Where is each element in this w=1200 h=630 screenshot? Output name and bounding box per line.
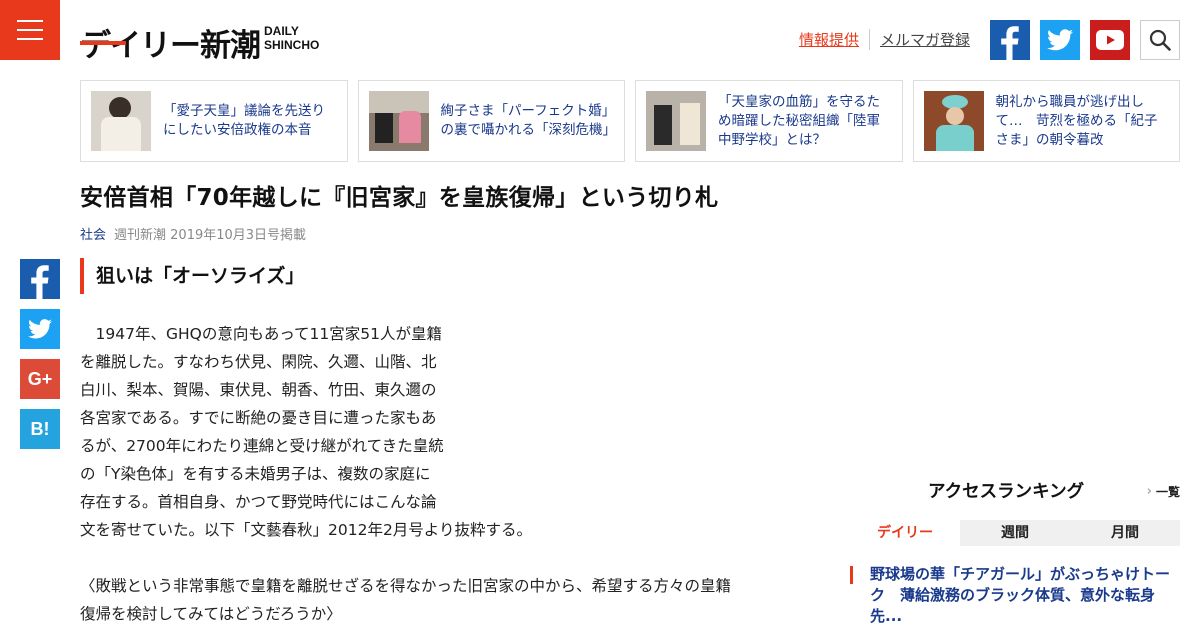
- ranking-item[interactable]: 野球場の華「チアガール」がぶっちゃけトーク 薄給激務のブラック体質、意外な転身先…: [850, 564, 1180, 627]
- ranking-header: アクセスランキング › 一覧: [850, 478, 1180, 506]
- related-article-title: 絢子さま「パーフェクト婚」の裏で囁かれる「深刻危機」: [440, 103, 617, 138]
- related-articles: 「愛子天皇」議論を先送りにしたい安倍政権の本音 絢子さま「パーフェクト婚」の裏で…: [80, 80, 1180, 162]
- logo-en-line1: DAILY: [264, 24, 299, 38]
- site-logo[interactable]: デイリー新潮 DAILY SHINCHO: [80, 18, 319, 62]
- ranking-title: アクセスランキング: [928, 482, 1085, 502]
- share-hatena-button[interactable]: B!: [20, 409, 60, 449]
- twitter-icon: [28, 319, 52, 339]
- twitter-icon: [1047, 29, 1073, 51]
- related-article[interactable]: 「天皇家の血筋」を守るため暗躍した秘密組織「陸軍中野学校」とは？: [635, 80, 903, 162]
- search-icon: [1149, 29, 1171, 51]
- share-twitter-button[interactable]: [20, 309, 60, 349]
- article-thumbnail: [646, 91, 706, 151]
- chevron-right-icon: ›: [1146, 484, 1152, 499]
- youtube-icon: [1096, 30, 1124, 50]
- ranking-tabs: デイリー 週間 月間: [850, 520, 1180, 546]
- facebook-icon: [1001, 26, 1019, 60]
- facebook-button[interactable]: [990, 20, 1030, 60]
- article-body: 1947年、GHQの意向もあって11宮家51人が皇籍 を離脱した。すなわち伏見、…: [80, 320, 580, 544]
- logo-en-line2: SHINCHO: [264, 38, 320, 52]
- related-article-title: 「天皇家の血筋」を守るため暗躍した秘密組織「陸軍中野学校」とは？: [718, 93, 880, 148]
- related-article-title: 朝礼から職員が逃げ出して… 苛烈を極める「紀子さま」の朝令暮改: [995, 93, 1158, 148]
- menu-icon-bar: [17, 29, 43, 31]
- info-submit-link[interactable]: 情報提供: [799, 29, 870, 50]
- ranking-more-label: 一覧: [1155, 485, 1180, 499]
- article-thumbnail: [368, 91, 429, 151]
- menu-button[interactable]: [0, 0, 60, 60]
- tab-daily[interactable]: デイリー: [850, 520, 960, 546]
- tab-weekly[interactable]: 週間: [960, 520, 1070, 546]
- facebook-icon: [31, 265, 49, 299]
- logo-accent: [80, 41, 126, 45]
- article-thumbnail: [923, 91, 984, 151]
- menu-icon-bar: [17, 20, 43, 22]
- logo-japanese: デイリー新潮: [80, 28, 261, 64]
- article-quote: 〈敗戦という非常事態で皇籍を離脱せざるを得なかった旧宮家の中から、希望する方々の…: [80, 577, 732, 623]
- twitter-button[interactable]: [1040, 20, 1080, 60]
- category-link[interactable]: 社会: [80, 224, 106, 243]
- googleplus-icon: G+: [27, 368, 53, 389]
- article-meta: 社会 週刊新潮 2019年10月3日号掲載: [80, 224, 306, 243]
- article-paragraph: 1947年、GHQの意向もあって11宮家51人が皇籍 を離脱した。すなわち伏見、…: [80, 325, 532, 539]
- youtube-button[interactable]: [1090, 20, 1130, 60]
- related-article[interactable]: 絢子さま「パーフェクト婚」の裏で囁かれる「深刻危機」: [357, 80, 625, 162]
- related-article-title: 「愛子天皇」議論を先送りにしたい安倍政権の本音: [163, 103, 325, 138]
- logo-english: DAILY SHINCHO: [264, 25, 319, 52]
- article-title: 安倍首相「70年越しに『旧宮家』を皇族復帰」という切り札: [80, 185, 719, 211]
- top-links: 情報提供 メルマガ登録: [799, 29, 970, 50]
- article-thumbnail: [91, 91, 151, 151]
- newsletter-link[interactable]: メルマガ登録: [870, 29, 970, 50]
- ranking-more-link[interactable]: › 一覧: [1147, 483, 1180, 500]
- article-subheading: 狙いは「オーソライズ」: [80, 258, 304, 294]
- search-button[interactable]: [1140, 20, 1180, 60]
- share-facebook-button[interactable]: [20, 259, 60, 299]
- article-source: 週刊新潮 2019年10月3日号掲載: [114, 228, 307, 243]
- menu-icon-bar: [17, 38, 43, 40]
- related-article[interactable]: 「愛子天皇」議論を先送りにしたい安倍政権の本音: [80, 80, 348, 162]
- tab-monthly[interactable]: 月間: [1070, 520, 1180, 546]
- share-googleplus-button[interactable]: G+: [20, 359, 60, 399]
- hatena-bookmark-icon: B!: [30, 418, 50, 439]
- related-article[interactable]: 朝礼から職員が逃げ出して… 苛烈を極める「紀子さま」の朝令暮改: [912, 80, 1180, 162]
